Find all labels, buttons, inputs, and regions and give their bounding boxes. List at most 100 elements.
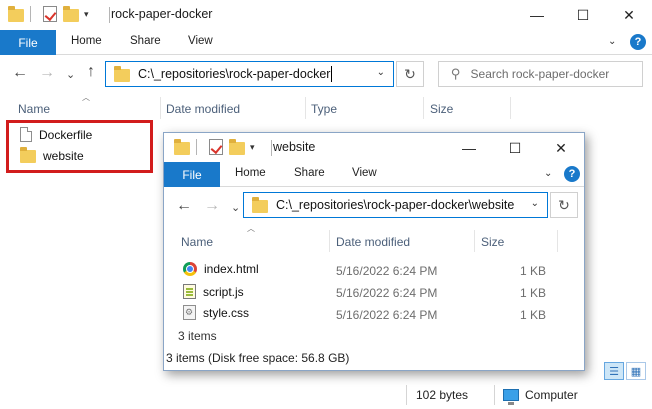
column-divider[interactable] [160, 97, 161, 119]
item-date: 5/16/2022 6:24 PM [336, 264, 438, 278]
tab-view[interactable]: View [188, 35, 213, 47]
collapse-ribbon-icon[interactable]: ⌄ [544, 168, 552, 179]
address-path: C:\_repositories\rock-paper-docker [138, 67, 331, 81]
inner-quick-access-toolbar: ▾ [174, 139, 255, 155]
inner-window-title: website [273, 140, 316, 154]
divider [30, 6, 31, 22]
item-size: 1 KB [519, 308, 546, 322]
column-header-type[interactable]: Type [311, 102, 337, 116]
qat-dropdown-icon[interactable]: ▾ [250, 142, 255, 153]
tab-file[interactable]: File [0, 30, 56, 55]
close-button[interactable]: ✕ [538, 133, 584, 163]
folder-icon [174, 139, 190, 155]
sort-ascending-icon: ︿ [82, 93, 90, 102]
text-caret [331, 66, 333, 82]
forward-button[interactable]: → [204, 197, 220, 215]
divider [109, 7, 110, 23]
tab-view[interactable]: View [352, 167, 377, 179]
outer-quick-access-toolbar: ▾ [8, 6, 89, 22]
inner-explorer-window: ▾ website — ☐ ✕ File Home Share View ⌄ ?… [163, 132, 585, 371]
properties-icon[interactable] [43, 6, 57, 22]
qat-dropdown-icon[interactable]: ▾ [84, 9, 89, 20]
help-icon[interactable]: ? [630, 34, 646, 50]
address-dropdown-icon[interactable]: ⌄ [377, 67, 385, 78]
item-date: 5/16/2022 6:24 PM [336, 308, 438, 322]
css-file-icon [183, 305, 196, 320]
column-header-date-modified[interactable]: Date modified [166, 102, 240, 116]
sort-ascending-icon: ︿ [247, 224, 255, 233]
collapse-ribbon-icon[interactable]: ⌄ [608, 36, 616, 47]
large-icons-view-button[interactable]: ▦ [626, 362, 646, 380]
forward-button[interactable]: → [39, 64, 55, 82]
tab-home[interactable]: Home [71, 35, 102, 47]
item-name: script.js [203, 284, 244, 299]
minimize-button[interactable]: — [514, 0, 560, 30]
item-name: index.html [204, 262, 259, 276]
column-divider[interactable] [423, 97, 424, 119]
inner-address-bar[interactable]: C:\_repositories\rock-paper-docker\websi… [243, 192, 548, 218]
column-divider[interactable] [510, 97, 511, 119]
outer-status-size: 102 bytes [416, 388, 469, 402]
recent-locations-icon[interactable]: ⌄ [66, 68, 75, 81]
tab-share[interactable]: Share [130, 35, 161, 47]
properties-icon[interactable] [209, 139, 223, 155]
list-item-script-js[interactable]: script.js [183, 284, 244, 299]
column-divider[interactable] [474, 230, 475, 252]
refresh-button[interactable]: ↻ [396, 61, 424, 87]
new-folder-icon[interactable] [229, 139, 245, 155]
outer-window-title: rock-paper-docker [111, 7, 213, 21]
help-icon[interactable]: ? [564, 166, 580, 182]
close-button[interactable]: ✕ [606, 0, 652, 30]
details-view-button[interactable]: ☰ [604, 362, 624, 380]
inner-status-bar: 3 items (Disk free space: 56.8 GB) [166, 351, 350, 365]
tab-share[interactable]: Share [294, 167, 325, 179]
search-box[interactable]: ⚲ Search rock-paper-docker [438, 61, 643, 87]
address-dropdown-icon[interactable]: ⌄ [531, 198, 539, 209]
computer-icon [503, 389, 519, 405]
tab-file[interactable]: File [164, 162, 220, 187]
item-size: 1 KB [519, 264, 546, 278]
recent-locations-icon[interactable]: ⌄ [231, 201, 240, 214]
search-placeholder: Search rock-paper-docker [470, 67, 610, 81]
outer-title-bar: ▾ rock-paper-docker — ☐ ✕ [0, 0, 652, 30]
tab-home[interactable]: Home [235, 167, 266, 179]
column-header-size[interactable]: Size [430, 102, 453, 116]
status-divider [494, 385, 495, 405]
folder-icon [8, 6, 24, 22]
highlight-box [6, 120, 153, 173]
minimize-button[interactable]: — [446, 133, 492, 163]
column-divider[interactable] [557, 230, 558, 252]
divider [196, 139, 197, 155]
maximize-button[interactable]: ☐ [560, 0, 606, 30]
column-header-name[interactable]: Name [18, 102, 50, 116]
inner-ribbon: File Home Share View ⌄ ? [164, 162, 584, 187]
folder-icon [252, 197, 268, 213]
items-count: 3 items [178, 329, 217, 343]
list-item-style-css[interactable]: style.css [183, 305, 249, 320]
address-path: C:\_repositories\rock-paper-docker\websi… [276, 198, 515, 212]
item-date: 5/16/2022 6:24 PM [336, 286, 438, 300]
item-name: style.css [203, 305, 250, 320]
column-header-date-modified[interactable]: Date modified [336, 235, 410, 249]
column-header-name[interactable]: Name [181, 235, 213, 249]
new-folder-icon[interactable] [63, 6, 79, 22]
outer-ribbon: File Home Share View ⌄ ? [0, 30, 652, 55]
status-divider [406, 385, 407, 405]
js-file-icon [183, 284, 196, 299]
maximize-button[interactable]: ☐ [492, 133, 538, 163]
back-button[interactable]: ← [12, 64, 28, 82]
list-item-index-html[interactable]: index.html [183, 262, 259, 276]
search-icon: ⚲ [451, 66, 461, 81]
column-header-size[interactable]: Size [481, 235, 504, 249]
divider [271, 140, 272, 156]
outer-address-bar[interactable]: C:\_repositories\rock-paper-docker ⌄ [105, 61, 394, 87]
back-button[interactable]: ← [176, 197, 192, 215]
zone-label: Computer [525, 388, 578, 402]
column-divider[interactable] [329, 230, 330, 252]
up-button[interactable]: ↑ [87, 63, 95, 81]
chrome-html-icon [183, 262, 197, 276]
column-divider[interactable] [305, 97, 306, 119]
refresh-button[interactable]: ↻ [550, 192, 578, 218]
inner-title-bar: ▾ website — ☐ ✕ [164, 133, 584, 163]
folder-icon [114, 66, 130, 82]
